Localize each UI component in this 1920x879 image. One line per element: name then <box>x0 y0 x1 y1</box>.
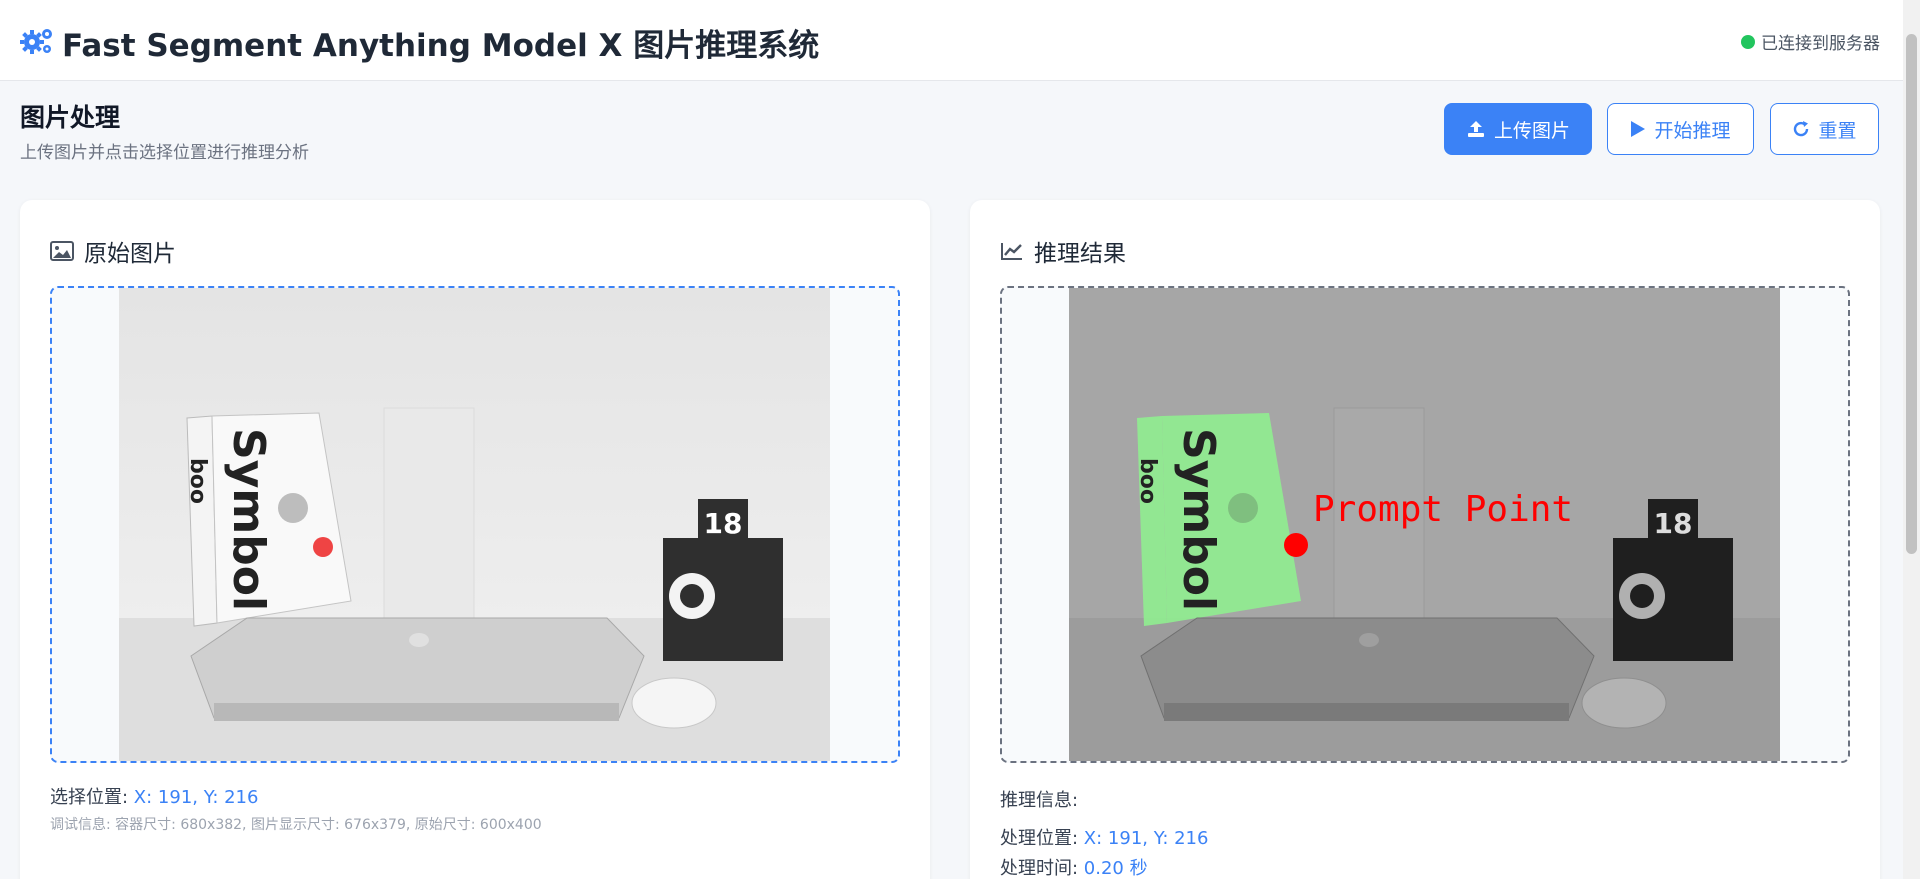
top-bar: Fast Segment Anything Model X 图片推理系统 已连接… <box>0 0 1920 81</box>
start-inference-button[interactable]: 开始推理 <box>1607 103 1754 155</box>
prompt-point-marker <box>1284 533 1308 557</box>
section-title: 图片处理 <box>20 103 121 132</box>
result-book-logo-text: boo <box>1135 458 1160 504</box>
book-logo-text: boo <box>185 458 210 504</box>
processing-time-value: 0.20 秒 <box>1083 858 1148 879</box>
book-title-text: Symbol <box>223 428 274 611</box>
processed-position: 处理位置: X: 191, Y: 216 <box>1000 824 1208 850</box>
section-subtitle: 上传图片并点击选择位置进行推理分析 <box>20 143 309 163</box>
processed-position-label: 处理位置: <box>1000 828 1084 849</box>
gears-icon <box>20 29 52 54</box>
original-image-card: 原始图片 Symbol boo 18 选择位置: X: 191, Y: 216 … <box>20 200 930 879</box>
result-calendar-day-text: 18 <box>1654 507 1693 540</box>
app-title: Fast Segment Anything Model X 图片推理系统 <box>62 28 820 64</box>
selected-position: 选择位置: X: 191, Y: 216 <box>50 783 258 809</box>
original-image-title: 原始图片 <box>84 241 176 267</box>
inference-result-header: 推理结果 <box>1000 234 1126 268</box>
upload-image-label: 上传图片 <box>1493 119 1570 142</box>
calendar-day-text: 18 <box>704 507 743 540</box>
selected-point-marker <box>313 537 333 557</box>
image-icon <box>50 241 74 261</box>
selected-position-label: 选择位置: <box>50 787 134 808</box>
reset-button[interactable]: 重置 <box>1770 103 1879 155</box>
result-photo: Symbol boo 18 Prompt Point <box>1069 288 1780 761</box>
original-photo[interactable]: Symbol boo 18 <box>119 288 830 763</box>
prompt-point-label: Prompt Point <box>1313 489 1573 530</box>
start-inference-label: 开始推理 <box>1654 119 1731 142</box>
result-image-area: Symbol boo 18 Prompt Point <box>1000 286 1850 763</box>
reset-label: 重置 <box>1818 119 1857 142</box>
status-dot-icon <box>1741 34 1755 49</box>
result-book-title-text: Symbol <box>1173 428 1224 611</box>
debug-info: 调试信息: 容器尺寸: 680x382, 图片显示尺寸: 676x379, 原始… <box>50 817 542 833</box>
inference-result-title: 推理结果 <box>1034 241 1126 267</box>
page-scrollbar[interactable] <box>1903 0 1920 879</box>
inference-result-card: 推理结果 Symbol boo 18 Prompt Point 推理信息: 处理… <box>970 200 1880 879</box>
upload-image-button[interactable]: 上传图片 <box>1444 103 1592 155</box>
chart-line-icon <box>1001 243 1022 260</box>
processing-time: 处理时间: 0.20 秒 <box>1000 854 1148 879</box>
original-image-header: 原始图片 <box>50 234 176 268</box>
image-click-area[interactable]: Symbol boo 18 <box>50 286 900 763</box>
connection-status-text: 已连接到服务器 <box>1761 34 1880 54</box>
connection-status: 已连接到服务器 <box>1741 29 1880 54</box>
processed-position-value: X: 191, Y: 216 <box>1083 828 1209 849</box>
processing-time-label: 处理时间: <box>1000 858 1084 879</box>
inference-info-heading: 推理信息: <box>1000 790 1079 811</box>
play-icon <box>1631 121 1646 137</box>
refresh-icon <box>1794 121 1809 137</box>
selected-position-value: X: 191, Y: 216 <box>133 787 259 808</box>
scrollbar-thumb[interactable] <box>1906 34 1917 554</box>
upload-icon <box>1467 121 1484 137</box>
